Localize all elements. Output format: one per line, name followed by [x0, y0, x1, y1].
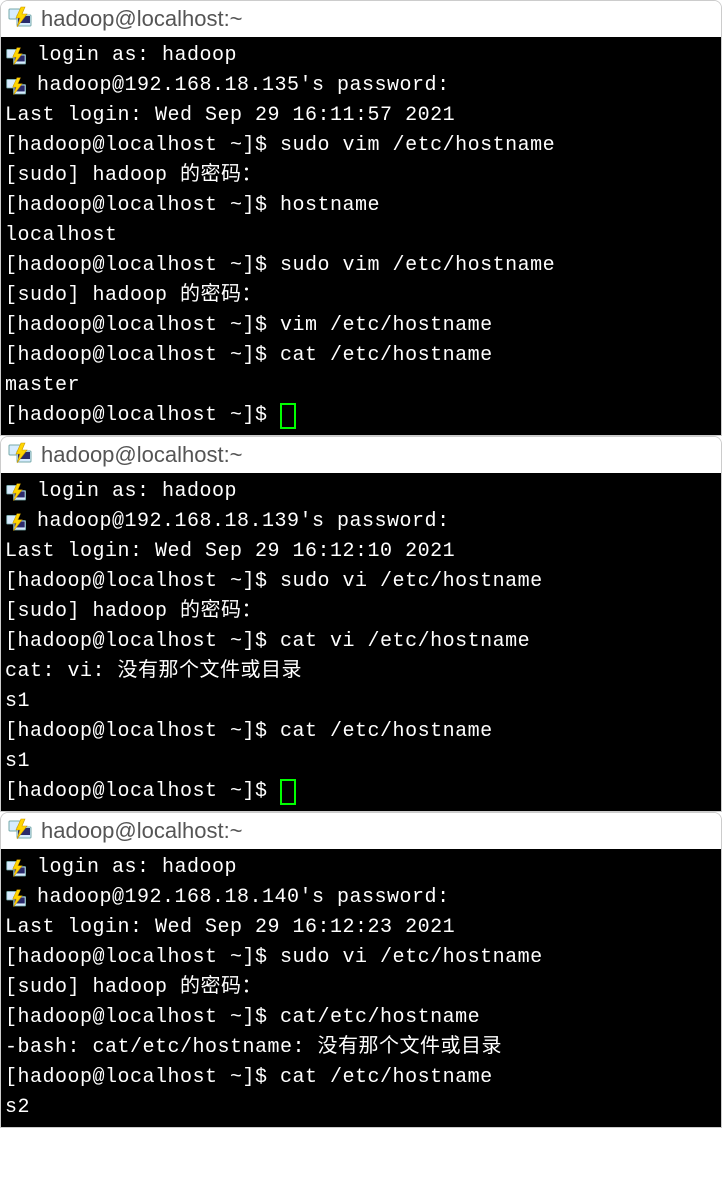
window-title: hadoop@localhost:~	[41, 818, 243, 844]
putty-icon	[7, 817, 35, 845]
terminal-text: s1	[5, 747, 30, 777]
window-title: hadoop@localhost:~	[41, 442, 243, 468]
terminal-line: [hadoop@localhost ~]$ cat /etc/hostname	[5, 341, 717, 371]
terminal-text: [sudo] hadoop 的密码：	[5, 281, 262, 311]
terminal-line: [hadoop@localhost ~]$ sudo vim /etc/host…	[5, 251, 717, 281]
terminal-line: [sudo] hadoop 的密码：	[5, 161, 717, 191]
terminal-text: [sudo] hadoop 的密码：	[5, 161, 262, 191]
terminal-line: s1	[5, 747, 717, 777]
terminal-line: -bash: cat/etc/hostname: 没有那个文件或目录	[5, 1033, 717, 1063]
terminal-text: s2	[5, 1093, 30, 1123]
window-titlebar[interactable]: hadoop@localhost:~	[1, 813, 721, 849]
terminal-text: [hadoop@localhost ~]$ sudo vi /etc/hostn…	[5, 943, 543, 973]
terminal-text: hadoop@192.168.18.140's password:	[37, 883, 450, 913]
terminal-line: [hadoop@localhost ~]$ sudo vi /etc/hostn…	[5, 943, 717, 973]
terminal-cursor	[280, 779, 296, 805]
terminal-line: master	[5, 371, 717, 401]
terminal-text: login as: hadoop	[37, 853, 237, 883]
terminal-text: [hadoop@localhost ~]$	[5, 401, 280, 431]
putty-prompt-icon	[5, 44, 29, 68]
terminal-text: [hadoop@localhost ~]$ cat /etc/hostname	[5, 341, 493, 371]
terminal-text: [sudo] hadoop 的密码：	[5, 973, 262, 1003]
window-titlebar[interactable]: hadoop@localhost:~	[1, 437, 721, 473]
terminal-line: login as: hadoop	[5, 853, 717, 883]
terminal-line: [hadoop@localhost ~]$ hostname	[5, 191, 717, 221]
putty-prompt-icon	[5, 480, 29, 504]
terminal-window: hadoop@localhost:~ login as: hadoop hado…	[0, 812, 722, 1128]
terminal-line: localhost	[5, 221, 717, 251]
terminal-line: [hadoop@localhost ~]$ cat vi /etc/hostna…	[5, 627, 717, 657]
terminal-line: [hadoop@localhost ~]$ sudo vim /etc/host…	[5, 131, 717, 161]
terminal-line: hadoop@192.168.18.135's password:	[5, 71, 717, 101]
terminal-text: [hadoop@localhost ~]$	[5, 777, 280, 807]
terminal-text: hadoop@192.168.18.135's password:	[37, 71, 450, 101]
terminal-text: cat: vi: 没有那个文件或目录	[5, 657, 302, 687]
terminal-line: hadoop@192.168.18.140's password:	[5, 883, 717, 913]
terminal-line: [sudo] hadoop 的密码：	[5, 281, 717, 311]
terminal-line: [hadoop@localhost ~]$ cat/etc/hostname	[5, 1003, 717, 1033]
terminal-line: [sudo] hadoop 的密码：	[5, 597, 717, 627]
terminal-line: hadoop@192.168.18.139's password:	[5, 507, 717, 537]
terminal-line: Last login: Wed Sep 29 16:12:10 2021	[5, 537, 717, 567]
terminal-body[interactable]: login as: hadoop hadoop@192.168.18.140's…	[1, 849, 721, 1127]
terminal-text: hadoop@192.168.18.139's password:	[37, 507, 450, 537]
terminal-text: [hadoop@localhost ~]$ vim /etc/hostname	[5, 311, 493, 341]
terminal-line: [hadoop@localhost ~]$ cat /etc/hostname	[5, 1063, 717, 1093]
terminal-body[interactable]: login as: hadoop hadoop@192.168.18.135's…	[1, 37, 721, 435]
terminal-text: login as: hadoop	[37, 477, 237, 507]
terminal-body[interactable]: login as: hadoop hadoop@192.168.18.139's…	[1, 473, 721, 811]
terminal-cursor	[280, 403, 296, 429]
terminal-text: localhost	[5, 221, 118, 251]
terminal-text: [hadoop@localhost ~]$ sudo vim /etc/host…	[5, 131, 555, 161]
terminal-text: [hadoop@localhost ~]$ cat /etc/hostname	[5, 1063, 493, 1093]
terminal-text: -bash: cat/etc/hostname: 没有那个文件或目录	[5, 1033, 502, 1063]
terminal-line: s1	[5, 687, 717, 717]
terminal-line: Last login: Wed Sep 29 16:11:57 2021	[5, 101, 717, 131]
terminal-line: [sudo] hadoop 的密码：	[5, 973, 717, 1003]
terminal-line: [hadoop@localhost ~]$ cat /etc/hostname	[5, 717, 717, 747]
terminal-text: s1	[5, 687, 30, 717]
putty-icon	[7, 5, 35, 33]
terminal-text: [hadoop@localhost ~]$ cat /etc/hostname	[5, 717, 493, 747]
terminal-window: hadoop@localhost:~ login as: hadoop hado…	[0, 436, 722, 812]
putty-prompt-icon	[5, 74, 29, 98]
terminal-window: hadoop@localhost:~ login as: hadoop hado…	[0, 0, 722, 436]
terminal-text: login as: hadoop	[37, 41, 237, 71]
terminal-text: [hadoop@localhost ~]$ sudo vim /etc/host…	[5, 251, 555, 281]
putty-prompt-icon	[5, 510, 29, 534]
terminal-text: Last login: Wed Sep 29 16:12:10 2021	[5, 537, 455, 567]
terminal-text: [hadoop@localhost ~]$ cat/etc/hostname	[5, 1003, 480, 1033]
terminal-line: s2	[5, 1093, 717, 1123]
terminal-line: [hadoop@localhost ~]$	[5, 777, 717, 807]
terminal-line: Last login: Wed Sep 29 16:12:23 2021	[5, 913, 717, 943]
terminal-text: [hadoop@localhost ~]$ cat vi /etc/hostna…	[5, 627, 530, 657]
putty-icon	[7, 441, 35, 469]
terminal-text: [hadoop@localhost ~]$ hostname	[5, 191, 380, 221]
terminal-line: [hadoop@localhost ~]$ vim /etc/hostname	[5, 311, 717, 341]
terminal-text: Last login: Wed Sep 29 16:11:57 2021	[5, 101, 455, 131]
putty-prompt-icon	[5, 856, 29, 880]
window-title: hadoop@localhost:~	[41, 6, 243, 32]
terminal-text: [sudo] hadoop 的密码：	[5, 597, 262, 627]
terminal-line: cat: vi: 没有那个文件或目录	[5, 657, 717, 687]
terminal-line: [hadoop@localhost ~]$ sudo vi /etc/hostn…	[5, 567, 717, 597]
terminal-text: [hadoop@localhost ~]$ sudo vi /etc/hostn…	[5, 567, 543, 597]
putty-prompt-icon	[5, 886, 29, 910]
terminal-text: master	[5, 371, 80, 401]
terminal-line: [hadoop@localhost ~]$	[5, 401, 717, 431]
terminal-line: login as: hadoop	[5, 41, 717, 71]
window-titlebar[interactable]: hadoop@localhost:~	[1, 1, 721, 37]
terminal-text: Last login: Wed Sep 29 16:12:23 2021	[5, 913, 455, 943]
terminal-line: login as: hadoop	[5, 477, 717, 507]
